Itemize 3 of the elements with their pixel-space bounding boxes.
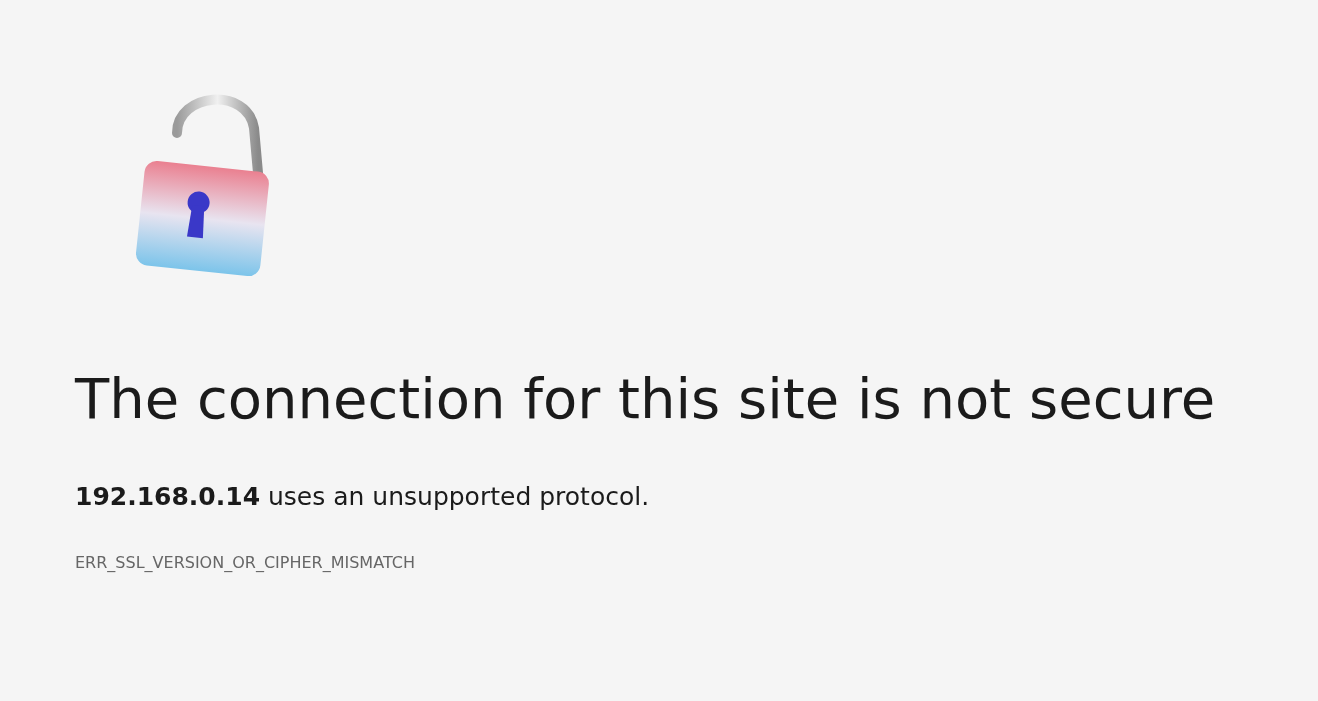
error-heading: The connection for this site is not secure (75, 365, 1217, 433)
error-code: ERR_SSL_VERSION_OR_CIPHER_MISMATCH (75, 552, 416, 574)
error-message: 192.168.0.14 uses an unsupported protocol. (75, 481, 651, 513)
